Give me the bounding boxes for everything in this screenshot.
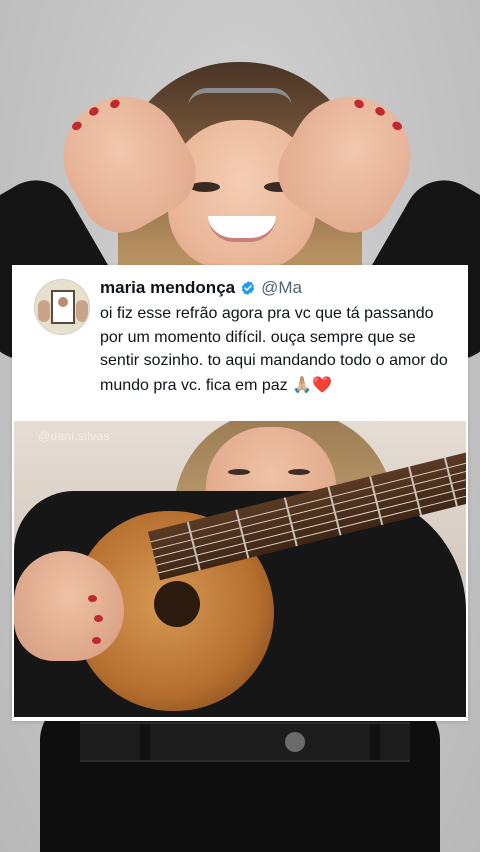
- tiara: [188, 88, 292, 107]
- heart-emoji-icon: ❤️: [312, 374, 332, 394]
- embedded-video[interactable]: @dani.silvas: [14, 421, 466, 717]
- display-name[interactable]: maria mendonça: [100, 278, 235, 298]
- pray-emoji-icon: 🙏🏼: [292, 374, 313, 394]
- tweet-card[interactable]: maria mendonça @Ma oi fiz esse refrão ag…: [12, 265, 468, 721]
- verified-badge-icon: [241, 281, 255, 295]
- tweet-header: maria mendonça @Ma: [100, 276, 302, 300]
- belt: [80, 722, 410, 762]
- video-watermark: @dani.silvas: [38, 429, 110, 443]
- user-handle[interactable]: @Ma: [261, 278, 302, 298]
- avatar[interactable]: [34, 279, 90, 335]
- tweet-text: oi fiz esse refrão agora pra vc que tá p…: [100, 305, 448, 394]
